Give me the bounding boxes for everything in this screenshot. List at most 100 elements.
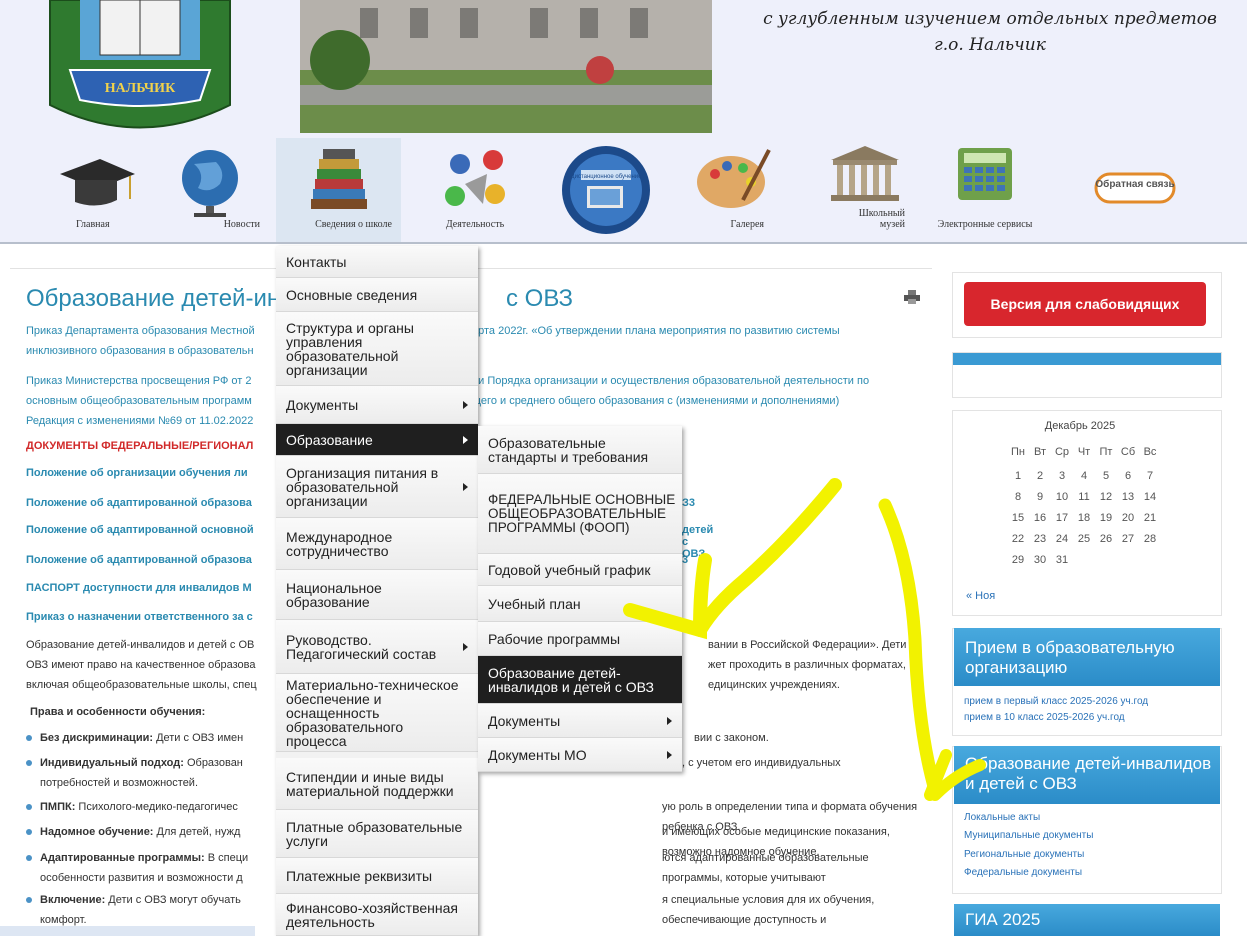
school-logo[interactable]: НАЛЬЧИК [40, 0, 240, 130]
menu-item-facilities[interactable]: Материально-техническое обеспечение и ос… [276, 674, 478, 752]
calendar-day[interactable]: 15 [1007, 512, 1029, 524]
calendar-day[interactable]: 27 [1117, 533, 1139, 545]
ovz-link[interactable]: Локальные акты [964, 812, 1040, 823]
nav-item-home[interactable]: Главная [40, 138, 150, 242]
activity-icon [445, 150, 505, 206]
calendar-day[interactable]: 13 [1117, 491, 1139, 503]
nav-item-news[interactable]: Новости [150, 138, 270, 242]
doc-link[interactable]: Положение об адаптированной образова З3 [26, 497, 695, 509]
menu-item-staff[interactable]: Руководство. Педагогический состав [276, 620, 478, 674]
calendar-day[interactable]: 23 [1029, 533, 1051, 545]
doc-link[interactable]: Положение об адаптированной образова 3 [26, 554, 688, 566]
calendar-day[interactable]: 20 [1117, 512, 1139, 524]
ovz-link[interactable]: Муниципальные документы [964, 830, 1093, 841]
calendar-day[interactable]: 16 [1029, 512, 1051, 524]
menu-item-payment-details[interactable]: Платежные реквизиты [276, 858, 478, 894]
calendar-day[interactable]: 4 [1073, 470, 1095, 482]
submenu-item-ovz[interactable]: Образование детей-инвалидов и детей с ОВ… [478, 656, 682, 704]
calendar-day[interactable]: 9 [1029, 491, 1051, 503]
submenu-item-plan[interactable]: Учебный план [478, 586, 682, 622]
calendar-day[interactable]: 19 [1095, 512, 1117, 524]
menu-item-paid-services[interactable]: Платные образовательные услуги [276, 810, 478, 858]
nav-item-about[interactable]: Сведения о школе [276, 138, 401, 242]
menu-item-national[interactable]: Национальное образование [276, 570, 478, 620]
calendar-day[interactable]: 10 [1051, 491, 1073, 503]
nav-item-activity[interactable]: Деятельность [425, 138, 525, 242]
submenu-item-fooop[interactable]: ФЕДЕРАЛЬНЫЕ ОСНОВНЫЕ ОБЩЕОБРАЗОВАТЕЛЬНЫЕ… [478, 474, 682, 554]
calendar-day[interactable]: 30 [1029, 554, 1051, 566]
site-header: НАЛЬЧИК с углубленным изучением отдельны… [0, 0, 1247, 244]
calendar-day[interactable]: 12 [1095, 491, 1117, 503]
menu-item-education[interactable]: Образование [276, 424, 478, 456]
calendar-day[interactable]: 1 [1007, 470, 1029, 482]
admission-link[interactable]: прием в первый класс 2025-2026 уч.год [964, 696, 1148, 707]
calendar-day[interactable]: 31 [1051, 554, 1073, 566]
nav-item-feedback[interactable]: Обратная связь [1080, 138, 1190, 242]
ovz-link[interactable]: Федеральные документы [964, 867, 1082, 878]
ovz-heading: Образование детей-инвалидов и детей с ОВ… [954, 746, 1220, 804]
submenu-arrow-icon [667, 750, 672, 759]
submenu-item-documents[interactable]: Документы [478, 704, 682, 738]
calendar-day[interactable]: 14 [1139, 491, 1161, 503]
calendar-day[interactable]: 29 [1007, 554, 1029, 566]
menu-item-documents[interactable]: Документы [276, 386, 478, 424]
ovz-link[interactable]: Региональные документы [964, 849, 1084, 860]
list-item: Включение: Дети с ОВЗ могут обучать я спе… [26, 890, 920, 926]
about-school-dropdown: Контакты Основные сведения Структура и о… [276, 246, 478, 936]
doc-link[interactable]: Положение об адаптированной основной дете… [26, 524, 713, 560]
admission-heading: Прием в образовательную организацию [954, 628, 1220, 686]
menu-item-nutrition[interactable]: Организация питания в образовательной ор… [276, 456, 478, 518]
low-vision-button[interactable]: Версия для слабовидящих [964, 282, 1206, 326]
list-item: Надомное обучение: Для детей, нужд и имею… [26, 822, 920, 858]
calendar-day[interactable]: 3 [1051, 470, 1073, 482]
school-name-line2: г.о. Нальчик [934, 35, 1046, 55]
nav-item-eservices[interactable]: Электронные сервисы [935, 138, 1035, 242]
books-icon [310, 149, 367, 209]
menu-item-structure[interactable]: Структура и органы управления образовате… [276, 312, 478, 386]
calendar-day[interactable]: 21 [1139, 512, 1161, 524]
menu-item-finance[interactable]: Финансово-хозяйственная деятельность [276, 894, 478, 936]
admission-link[interactable]: прием в 10 класс 2025-2026 уч.год [964, 712, 1125, 723]
globe-icon [182, 150, 238, 217]
page-title: Образование детей-ин с ОВЗ [26, 285, 574, 312]
palette-icon [697, 149, 771, 208]
menu-item-international[interactable]: Международное сотрудничество [276, 518, 478, 570]
submenu-item-calendar[interactable]: Годовой учебный график [478, 554, 682, 586]
blank-panel [952, 352, 1222, 398]
calendar-weekday: Чт [1077, 446, 1091, 458]
calendar-day[interactable]: 7 [1139, 470, 1161, 482]
doc-link[interactable]: ПАСПОРТ доступности для инвалидов М [26, 582, 252, 594]
calendar-day[interactable]: 24 [1051, 533, 1073, 545]
doc-link[interactable]: Приказ о назначении ответственного за с [26, 611, 253, 623]
nav-item-distance[interactable]: Дистанционное обучение [556, 138, 656, 242]
submenu-arrow-icon [463, 400, 468, 409]
calendar-day[interactable]: 25 [1073, 533, 1095, 545]
calendar-day[interactable]: 11 [1073, 491, 1095, 503]
submenu-item-mo-documents[interactable]: Документы МО [478, 738, 682, 772]
print-icon[interactable] [904, 290, 920, 304]
submenu-item-standards[interactable]: Образовательные стандарты и требования [478, 426, 682, 474]
distance-learning-icon: Дистанционное обучение [562, 146, 650, 234]
calendar-prev-link[interactable]: « Ноя [966, 590, 995, 602]
submenu-arrow-icon [463, 642, 468, 651]
nav-item-museum[interactable]: Школьный музей [812, 138, 917, 242]
calendar-weekday: Вс [1143, 446, 1157, 458]
menu-item-contacts[interactable]: Контакты [276, 246, 478, 278]
calendar-day[interactable]: 8 [1007, 491, 1029, 503]
menu-item-basic-info[interactable]: Основные сведения [276, 278, 478, 312]
calendar-day[interactable]: 2 [1029, 470, 1051, 482]
submenu-item-programs[interactable]: Рабочие программы [478, 622, 682, 656]
calendar-weekday: Сб [1120, 446, 1136, 458]
doc-link[interactable]: Положение об организации обучения ли [26, 467, 248, 479]
nav-item-gallery[interactable]: Галерея [678, 138, 788, 242]
calendar-day[interactable]: 17 [1051, 512, 1073, 524]
menu-item-scholarships[interactable]: Стипендии и иные виды материальной подде… [276, 758, 478, 810]
calendar-day[interactable]: 26 [1095, 533, 1117, 545]
page: НАЛЬЧИК с углубленным изучением отдельны… [0, 0, 1247, 936]
calendar-day[interactable]: 28 [1139, 533, 1161, 545]
calendar-day[interactable]: 18 [1073, 512, 1095, 524]
calendar-day[interactable]: 5 [1095, 470, 1117, 482]
calculator-icon [958, 148, 1012, 200]
calendar-day[interactable]: 22 [1007, 533, 1029, 545]
calendar-day[interactable]: 6 [1117, 470, 1139, 482]
